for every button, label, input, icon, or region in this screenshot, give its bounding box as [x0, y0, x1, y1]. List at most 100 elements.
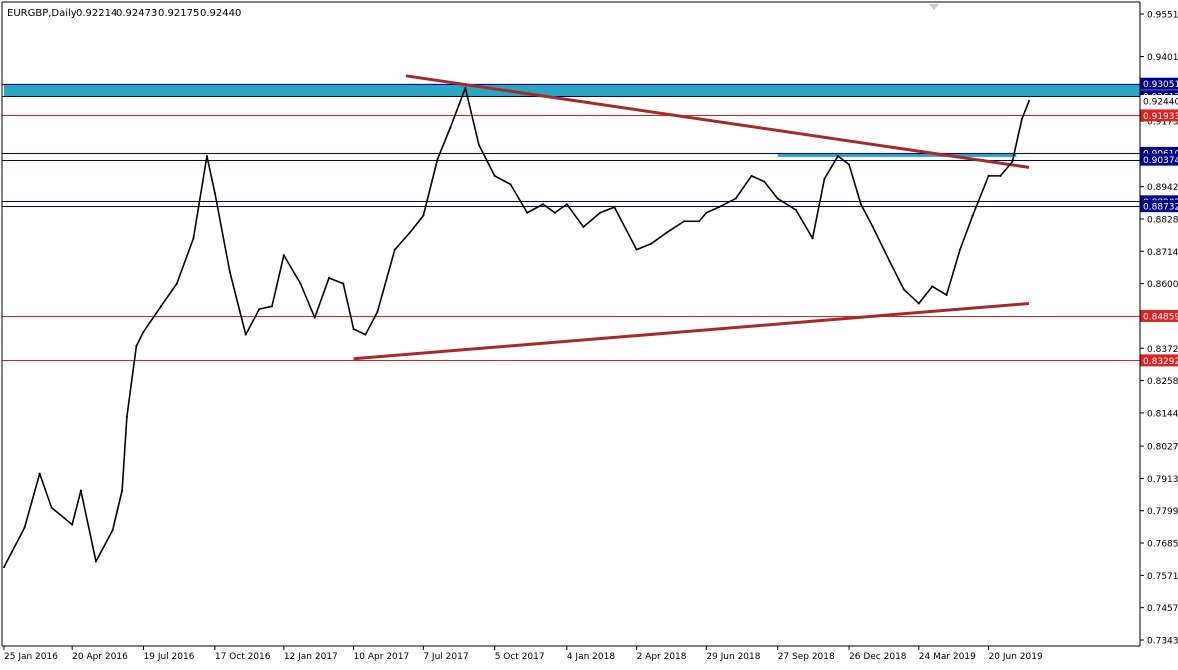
price-point	[649, 242, 652, 245]
price-point	[1027, 100, 1030, 103]
price-point	[313, 316, 316, 319]
price-point	[823, 177, 826, 180]
y-tick-label: 0.95510	[1147, 11, 1178, 21]
price-point	[125, 415, 128, 418]
price-point	[999, 174, 1002, 177]
ohlc-low: 0.92175	[158, 8, 199, 19]
price-point	[258, 308, 261, 311]
price-point	[352, 327, 355, 330]
price-point	[135, 344, 138, 347]
price-point	[111, 529, 114, 532]
price-point	[763, 180, 766, 183]
price-point	[205, 155, 208, 158]
y-tick-label: 0.88280	[1147, 215, 1178, 225]
ohlc-high: 0.92473	[116, 8, 157, 19]
price-point	[213, 191, 216, 194]
x-tick-label: 19 Jul 2016	[144, 652, 195, 662]
price-point	[836, 155, 839, 158]
y-tick-label: 0.73430	[1147, 637, 1178, 647]
price-chart[interactable]: EURGBP,Daily 0.92214 0.92473 0.92175 0.9…	[0, 0, 1178, 666]
price-point	[493, 174, 496, 177]
price-point	[192, 237, 195, 240]
x-tick-label: 10 Apr 2017	[354, 652, 410, 662]
price-point	[959, 248, 962, 251]
price-point	[698, 220, 701, 223]
y-tick-label: 0.76850	[1147, 540, 1178, 550]
y-tick-label: 0.75710	[1147, 572, 1178, 582]
y-tick-label: 0.77990	[1147, 507, 1178, 517]
x-tick-label: 26 Dec 2018	[849, 652, 907, 662]
y-tick-label: 0.82580	[1147, 377, 1178, 387]
price-point	[888, 259, 891, 262]
price-point	[509, 183, 512, 186]
price-point	[599, 211, 602, 214]
price-label-text: 0.92440	[1143, 98, 1178, 108]
price-point	[270, 305, 273, 308]
price-point	[228, 271, 231, 274]
price-point	[50, 506, 53, 509]
price-point	[917, 302, 920, 305]
y-tick-label: 0.94010	[1147, 53, 1178, 63]
price-point	[71, 523, 74, 526]
price-point	[526, 211, 529, 214]
price-point	[635, 248, 638, 251]
y-tick-label: 0.86000	[1147, 280, 1178, 290]
chart-title: EURGBP,Daily	[7, 8, 77, 19]
price-label-text: 0.83292	[1143, 357, 1178, 367]
ohlc-open: 0.92214	[76, 8, 117, 19]
x-tick-label: 12 Jan 2017	[284, 652, 338, 662]
price-point	[38, 472, 41, 475]
price-point	[244, 333, 247, 336]
price-point	[376, 310, 379, 313]
price-point	[299, 282, 302, 285]
price-point	[3, 566, 5, 569]
price-point	[79, 489, 82, 492]
price-point	[734, 197, 737, 200]
price-point	[342, 282, 345, 285]
y-tick-label: 0.74570	[1147, 604, 1178, 614]
y-tick-label: 0.87140	[1147, 248, 1178, 258]
price-point	[683, 220, 686, 223]
price-point	[553, 211, 556, 214]
x-tick-label: 7 Jul 2017	[423, 652, 468, 662]
price-point	[565, 203, 568, 206]
price-point	[449, 126, 452, 129]
price-point	[159, 305, 162, 308]
price-point	[811, 237, 814, 240]
price-point	[464, 86, 467, 89]
price-point	[408, 231, 411, 234]
price-point	[582, 225, 585, 228]
price-point	[859, 203, 862, 206]
x-tick-label: 29 Jun 2018	[706, 652, 760, 662]
price-label-text: 0.90374	[1143, 156, 1178, 166]
price-point	[750, 174, 753, 177]
x-tick-label: 17 Oct 2016	[215, 652, 271, 662]
price-point	[931, 285, 934, 288]
price-point	[794, 208, 797, 211]
price-label-text: 0.91933	[1143, 112, 1178, 122]
x-tick-label: 24 Mar 2019	[919, 652, 976, 662]
price-point	[94, 560, 97, 563]
x-tick-label: 2 Apr 2018	[637, 652, 687, 662]
price-label-text: 0.88732	[1143, 203, 1178, 213]
price-point	[718, 206, 721, 209]
chart-area[interactable]: EURGBP,Daily 0.92214 0.92473 0.92175 0.9…	[0, 0, 1178, 666]
x-tick-label: 20 Apr 2016	[72, 652, 128, 662]
price-point	[477, 143, 480, 146]
price-point	[364, 333, 367, 336]
chart-background	[0, 0, 1178, 666]
price-point	[871, 225, 874, 228]
x-tick-label: 20 Jun 2019	[989, 652, 1043, 662]
price-label-text: 0.84859	[1143, 312, 1178, 322]
x-tick-label: 27 Sep 2018	[778, 652, 835, 662]
price-point	[987, 174, 990, 177]
price-point	[945, 293, 948, 296]
price-point	[542, 203, 545, 206]
price-point	[665, 231, 668, 234]
price-point	[705, 211, 708, 214]
ohlc-close: 0.92440	[200, 8, 241, 19]
x-tick-label: 25 Jan 2016	[4, 652, 58, 662]
y-tick-label: 0.80270	[1147, 443, 1178, 453]
price-point	[23, 526, 26, 529]
price-point	[422, 214, 425, 217]
